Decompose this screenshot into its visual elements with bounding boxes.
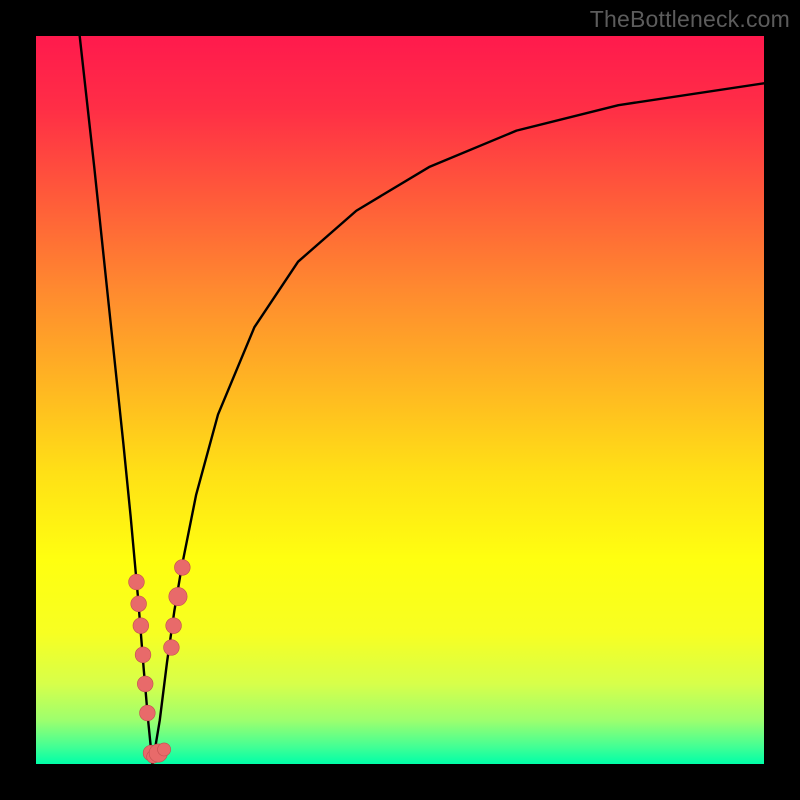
data-marker bbox=[158, 743, 171, 756]
data-marker bbox=[137, 676, 153, 692]
data-marker bbox=[166, 618, 182, 634]
data-marker bbox=[174, 560, 190, 576]
data-marker bbox=[135, 647, 151, 663]
watermark-text: TheBottleneck.com bbox=[590, 6, 790, 33]
curve-right-branch bbox=[152, 83, 764, 764]
data-marker bbox=[131, 596, 147, 612]
data-marker bbox=[164, 640, 180, 656]
plot-area bbox=[36, 36, 764, 764]
data-marker bbox=[133, 618, 149, 634]
data-marker bbox=[129, 574, 145, 590]
chart-frame: TheBottleneck.com bbox=[0, 0, 800, 800]
data-marker bbox=[169, 587, 187, 605]
curves-layer bbox=[36, 36, 764, 764]
data-marker bbox=[140, 705, 156, 721]
